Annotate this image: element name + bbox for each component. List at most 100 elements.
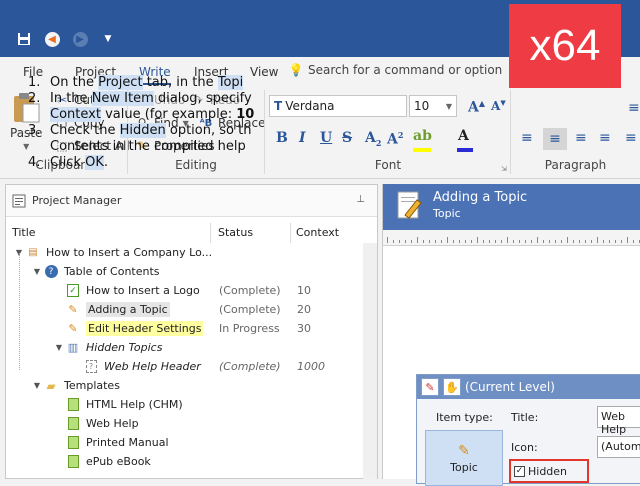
- ruler-tick: [513, 240, 514, 243]
- title-field[interactable]: Web Help: [597, 406, 640, 436]
- line-spacing-icon[interactable]: ≡: [625, 130, 637, 146]
- font-color-icon[interactable]: A: [458, 128, 469, 144]
- expand-chevron-icon[interactable]: ▼: [30, 379, 44, 393]
- x64-badge: x64: [509, 4, 621, 88]
- step-number: 1.: [28, 75, 41, 90]
- tree-row[interactable]: ? Web Help Header (Complete) 1000: [6, 357, 364, 376]
- hidden-checkbox[interactable]: ✓ Hidden: [509, 459, 589, 483]
- tree-row[interactable]: ▼ ▥ Hidden Topics: [6, 338, 364, 357]
- topic-edit-icon: ✎: [68, 303, 78, 316]
- highlight-icon[interactable]: ab: [413, 128, 432, 144]
- subscript-icon[interactable]: A2: [365, 130, 381, 148]
- tree-row[interactable]: ▼ ▰ Templates: [6, 376, 364, 395]
- ruler-tick: [597, 237, 598, 243]
- step-highlight: OK: [85, 155, 104, 170]
- ruler-tick: [417, 237, 418, 243]
- step-highlight: Topi: [217, 75, 244, 90]
- step-highlight: Context: [50, 107, 101, 122]
- topic-type-icon: ✎: [458, 442, 470, 459]
- expand-chevron-icon[interactable]: ▼: [52, 341, 66, 355]
- topic-edit-icon: ✎: [68, 322, 78, 335]
- ruler-tick: [489, 240, 490, 243]
- step-text: value (for example:: [100, 107, 237, 122]
- bold-icon[interactable]: B: [276, 130, 288, 146]
- ruler-tick: [531, 240, 532, 243]
- ruler-tick: [615, 240, 616, 243]
- ruler-tick: [429, 240, 430, 243]
- current-level-icon[interactable]: ✋: [443, 378, 461, 396]
- ruler-tick: [573, 240, 574, 243]
- step-text: option, so th: [165, 123, 252, 138]
- tree-row[interactable]: ✓ How to Insert a Logo (Complete) 10: [6, 281, 364, 300]
- icon-field[interactable]: (Automa: [597, 436, 640, 458]
- ruler-tick: [459, 240, 460, 243]
- italic-icon[interactable]: I: [299, 130, 306, 146]
- redo-icon[interactable]: ▶: [70, 29, 90, 49]
- align-center-icon[interactable]: ≡: [543, 128, 567, 150]
- column-title[interactable]: Title: [12, 226, 36, 239]
- step-line: Contents in the compiled help: [28, 139, 254, 155]
- tree-row[interactable]: Printed Manual: [6, 433, 364, 452]
- font-family-select[interactable]: T Verdana: [269, 95, 407, 117]
- tree-row-status: (Complete): [219, 360, 281, 373]
- template-page-icon: [66, 436, 80, 450]
- font-dialog-launcher-icon[interactable]: ⇲: [501, 165, 507, 173]
- topic-level-icon[interactable]: ✎: [421, 378, 439, 396]
- grow-font-icon[interactable]: A▲: [468, 98, 485, 116]
- tree-row-title: Hidden Topics: [86, 341, 163, 354]
- dropdown-icon[interactable]: ▼: [98, 29, 118, 49]
- step-text: Click: [50, 155, 86, 170]
- tree-row[interactable]: ✎ Adding a Topic (Complete) 20: [6, 300, 364, 319]
- strikethrough-icon[interactable]: S: [342, 130, 352, 146]
- step-text: Check the: [50, 123, 120, 138]
- icon-label: Icon:: [511, 441, 538, 454]
- save-icon[interactable]: [14, 29, 34, 49]
- tree-row[interactable]: Web Help: [6, 414, 364, 433]
- ruler-tick: [453, 240, 454, 243]
- align-left-icon[interactable]: ≡: [521, 130, 533, 146]
- ruler-tick: [477, 237, 478, 243]
- tree-row[interactable]: ▼? Table of Contents: [6, 262, 364, 281]
- ruler-tick: [633, 240, 634, 243]
- tree-row[interactable]: HTML Help (CHM): [6, 395, 364, 414]
- bullets-icon[interactable]: ≡: [628, 100, 640, 116]
- command-search[interactable]: 💡 Search for a command or option: [288, 60, 510, 80]
- step-number: 4.: [28, 155, 41, 170]
- ruler-tick: [399, 240, 400, 243]
- ruler-tick: [525, 240, 526, 243]
- tree-row[interactable]: ▼ ▤ How to Insert a Company Lo...: [6, 243, 364, 262]
- font-color-bar: [457, 148, 473, 152]
- ruler-tick: [495, 240, 496, 243]
- step-line: 1. On the Project tab, in the Topi: [28, 75, 254, 91]
- ruler[interactable]: [383, 230, 640, 246]
- superscript-icon[interactable]: A2: [387, 130, 403, 148]
- topic-type-button[interactable]: ✎ Topic: [425, 430, 503, 486]
- ruler-tick: [561, 240, 562, 243]
- ruler-tick: [585, 240, 586, 243]
- project-scrollbar[interactable]: [363, 243, 377, 479]
- ruler-tick: [543, 240, 544, 243]
- tree-row-title: HTML Help (CHM): [86, 398, 183, 411]
- align-right-icon[interactable]: ≡: [575, 130, 587, 146]
- tree-row[interactable]: ✎ Edit Header Settings In Progress 30: [6, 319, 364, 338]
- item-type-label: Item type:: [436, 411, 493, 424]
- undo-icon[interactable]: ◀: [42, 29, 62, 49]
- help-circle-icon: ?: [44, 265, 58, 279]
- underline-icon[interactable]: U: [320, 130, 332, 146]
- column-status[interactable]: Status: [218, 226, 253, 239]
- step-text: dialog, specify: [153, 91, 252, 106]
- tree-row-context: 1000: [297, 360, 325, 373]
- tree-row-status: In Progress: [219, 322, 280, 335]
- column-context[interactable]: Context: [296, 226, 339, 239]
- tree-row[interactable]: ePub eBook: [6, 452, 364, 471]
- shrink-font-icon[interactable]: A▼: [491, 98, 506, 113]
- title-label: Title:: [511, 411, 539, 424]
- justify-icon[interactable]: ≡: [599, 130, 611, 146]
- pin-icon[interactable]: ⊥: [356, 194, 365, 205]
- tree-row-context: 20: [297, 303, 311, 316]
- project-manager-icon: [12, 194, 26, 207]
- font-size-select[interactable]: 10 ▼: [409, 95, 457, 117]
- ruler-tick: [411, 240, 412, 243]
- expand-chevron-icon[interactable]: ▼: [30, 265, 44, 279]
- ruler-tick: [423, 240, 424, 243]
